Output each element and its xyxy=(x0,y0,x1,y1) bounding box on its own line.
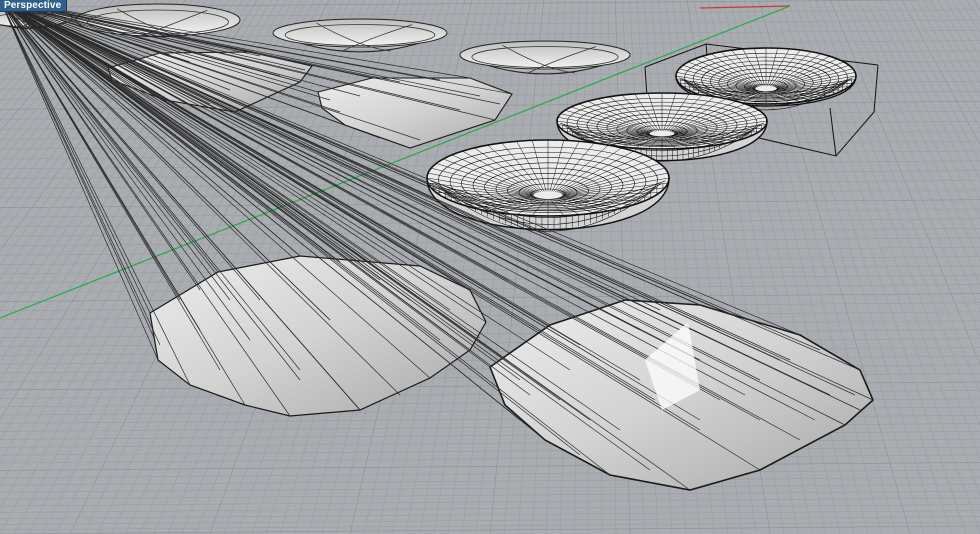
viewport-title-tab[interactable]: Perspective xyxy=(0,0,68,12)
bowl-back-2[interactable] xyxy=(272,18,448,53)
x-axis-line xyxy=(699,5,791,9)
perspective-viewport[interactable]: Perspective xyxy=(0,0,980,534)
viewport-canvas[interactable] xyxy=(0,0,980,534)
bowl-back-3[interactable] xyxy=(459,40,631,75)
